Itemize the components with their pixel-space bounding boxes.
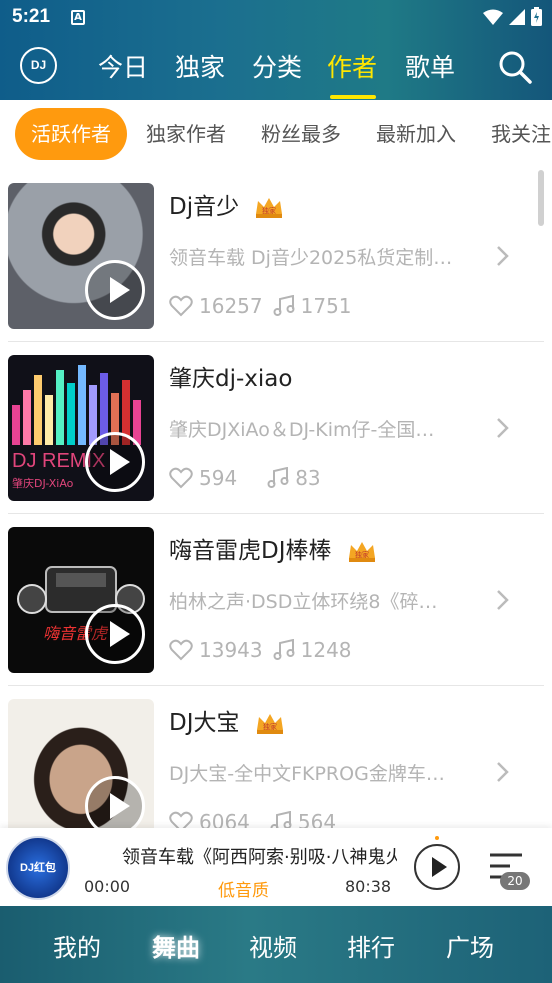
crown-icon: 独家 [256,197,283,218]
author-filter-tabs: 活跃作者 独家作者 粉丝最多 最新加入 我关注 [0,108,552,160]
play-icon[interactable] [85,776,145,836]
author-avatar[interactable]: DJ REMIX 肇庆DJ-XiAo [8,355,154,501]
svg-text:独家: 独家 [263,722,277,731]
active-tab-indicator [330,95,376,99]
heart-icon [169,467,193,489]
author-avatar[interactable]: 嗨音雷虎 [8,527,154,673]
songs-count: 83 [295,466,321,490]
songs-count: 1751 [300,294,352,318]
music-note-icon [273,639,295,660]
music-note-icon [267,467,289,488]
mini-player[interactable]: DJ红包 领音车载《阿西阿索·别吸·八神鬼火》 00:00 低音质 80:38 … [0,828,552,906]
system-icons [483,7,542,26]
chevron-right-icon[interactable] [495,244,511,268]
tab-today[interactable]: 今日 [98,48,148,84]
likes-count: 594 [199,466,238,490]
tab-author[interactable]: 作者 [327,48,377,84]
chevron-right-icon[interactable] [495,760,511,784]
subtab-newest[interactable]: 最新加入 [376,108,456,160]
nav-plaza[interactable]: 广场 [446,928,494,963]
author-row[interactable]: Dj音少 独家 领音车载 Dj音少2025私货定制… 16257 1751 [0,170,552,342]
author-name: 肇庆dj-xiao [169,366,293,392]
author-description: 领音车载 Dj音少2025私货定制… [169,247,453,269]
author-description: DJ大宝-全中文FKPROG金牌车… [169,763,445,785]
subtab-active-authors[interactable]: 活跃作者 [15,108,127,160]
nav-ranking[interactable]: 排行 [347,928,395,963]
author-row[interactable]: 嗨音雷虎 嗨音雷虎DJ棒棒 独家 柏林之声·DSD立体环绕8《碎… 13943 … [0,514,552,686]
search-icon[interactable] [498,50,532,84]
app-header: 5:21 A DJ 今日 独家 分类 作者 歌单 [0,0,552,100]
tab-category[interactable]: 分类 [252,48,302,84]
tab-exclusive[interactable]: 独家 [175,48,225,84]
chevron-right-icon[interactable] [495,588,511,612]
author-name: 嗨音雷虎DJ棒棒 [169,538,332,564]
svg-text:独家: 独家 [355,550,369,559]
author-name: DJ大宝 [169,710,240,736]
svg-text:独家: 独家 [262,206,276,215]
play-button[interactable] [414,844,460,890]
signal-icon [509,8,525,25]
author-avatar[interactable] [8,183,154,329]
songs-count: 1248 [300,638,352,662]
nav-mine[interactable]: 我的 [53,928,101,963]
heart-icon [169,295,193,317]
notification-icon: A [71,10,85,25]
heart-icon [169,639,193,661]
likes-count: 13943 [199,638,263,662]
quality-label[interactable]: 低音质 [218,876,269,901]
total-time: 80:38 [345,877,392,896]
play-icon[interactable] [85,604,145,664]
progress-dot [435,836,439,840]
battery-icon [531,7,542,26]
play-icon[interactable] [85,260,145,320]
music-note-icon [273,295,295,316]
now-playing-title: 领音车载《阿西阿索·别吸·八神鬼火》 [122,847,397,868]
status-bar: 5:21 A [0,0,552,36]
author-name: Dj音少 [169,194,240,220]
crown-icon: 独家 [348,541,375,562]
subtab-exclusive-authors[interactable]: 独家作者 [146,108,226,160]
subtab-following[interactable]: 我关注 [491,108,551,160]
queue-count-badge: 20 [500,872,530,890]
author-description: 肇庆DJXiAo＆DJ-Kim仔-全国… [169,419,435,441]
wifi-icon [483,9,503,25]
nav-video[interactable]: 视频 [249,928,297,963]
author-row[interactable]: DJ REMIX 肇庆DJ-XiAo 肇庆dj-xiao 肇庆DJXiAo＆DJ… [0,342,552,514]
play-icon[interactable] [85,432,145,492]
app-logo[interactable]: DJ [20,47,57,84]
svg-text:肇庆DJ-XiAo: 肇庆DJ-XiAo [12,476,74,490]
scrollbar[interactable] [538,170,544,226]
nav-dance[interactable]: 舞曲 [152,928,200,963]
crown-icon: 独家 [256,713,283,734]
likes-count: 16257 [199,294,263,318]
author-avatar[interactable] [8,699,154,845]
current-time: 00:00 [84,877,131,896]
chevron-right-icon[interactable] [495,416,511,440]
bottom-nav: 我的 舞曲 视频 排行 广场 [0,906,552,983]
tab-playlist[interactable]: 歌单 [405,48,455,84]
author-description: 柏林之声·DSD立体环绕8《碎… [169,591,438,613]
album-disc[interactable]: DJ红包 [6,836,70,900]
status-time: 5:21 [12,6,51,27]
subtab-most-fans[interactable]: 粉丝最多 [261,108,341,160]
